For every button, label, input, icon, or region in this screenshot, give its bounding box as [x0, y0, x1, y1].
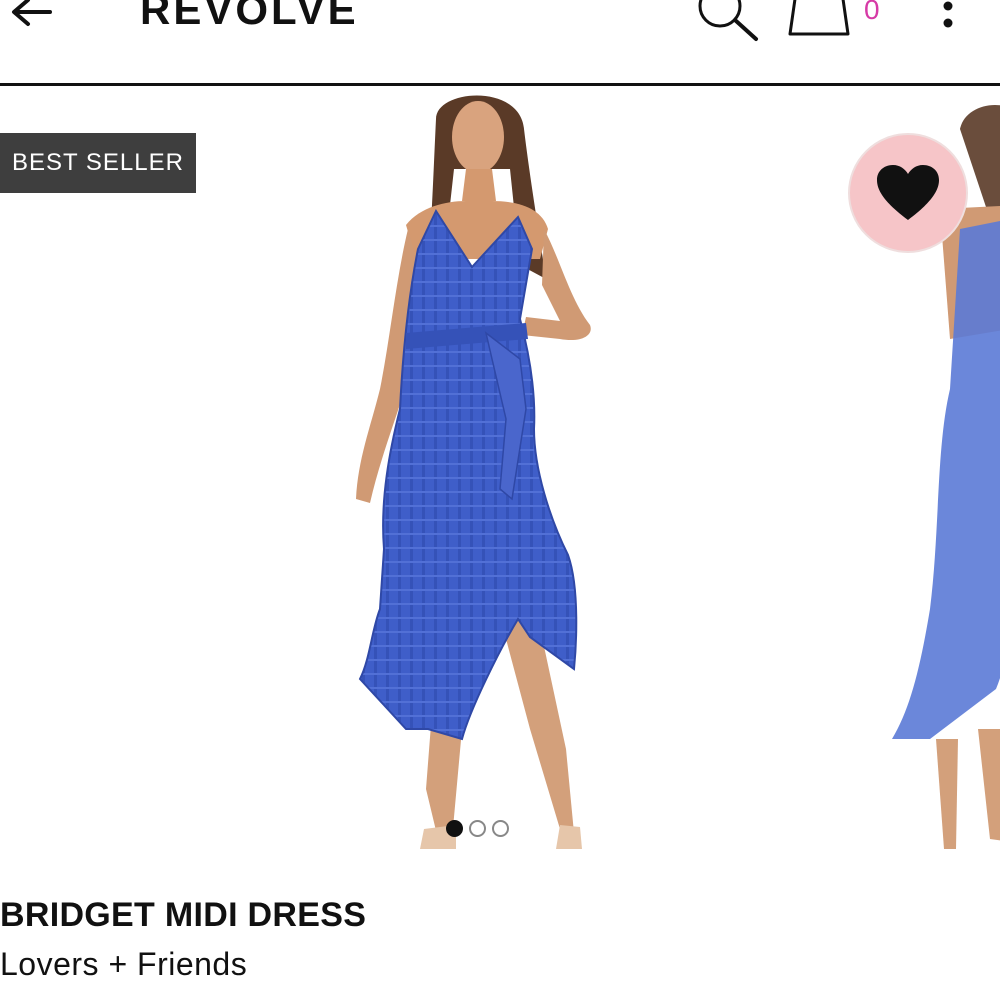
- wishlist-button[interactable]: [848, 133, 968, 253]
- more-options-button[interactable]: [936, 0, 960, 34]
- pagination-dot[interactable]: [469, 820, 486, 837]
- best-seller-badge: BEST SELLER: [0, 133, 196, 193]
- search-button[interactable]: [694, 0, 760, 42]
- shopping-bag-icon: [788, 0, 850, 36]
- top-app-bar: REVOLVE 0: [0, 0, 1000, 86]
- product-image-front[interactable]: [230, 89, 770, 864]
- model-wearing-dress-image: [356, 95, 591, 849]
- bag-count-badge: 0: [864, 0, 880, 25]
- search-icon: [698, 0, 758, 41]
- carousel-pagination: [446, 820, 509, 837]
- pagination-dot[interactable]: [492, 820, 509, 837]
- back-button[interactable]: [6, 0, 56, 34]
- more-vertical-icon: [943, 1, 953, 28]
- pagination-dot-active[interactable]: [446, 820, 463, 837]
- heart-icon: [877, 165, 939, 220]
- brand-logo[interactable]: REVOLVE: [140, 0, 359, 34]
- back-arrow-icon: [12, 0, 52, 26]
- product-brand[interactable]: Lovers + Friends: [0, 946, 247, 983]
- product-title: BRIDGET MIDI DRESS: [0, 896, 367, 934]
- shopping-bag-button[interactable]: [786, 0, 856, 38]
